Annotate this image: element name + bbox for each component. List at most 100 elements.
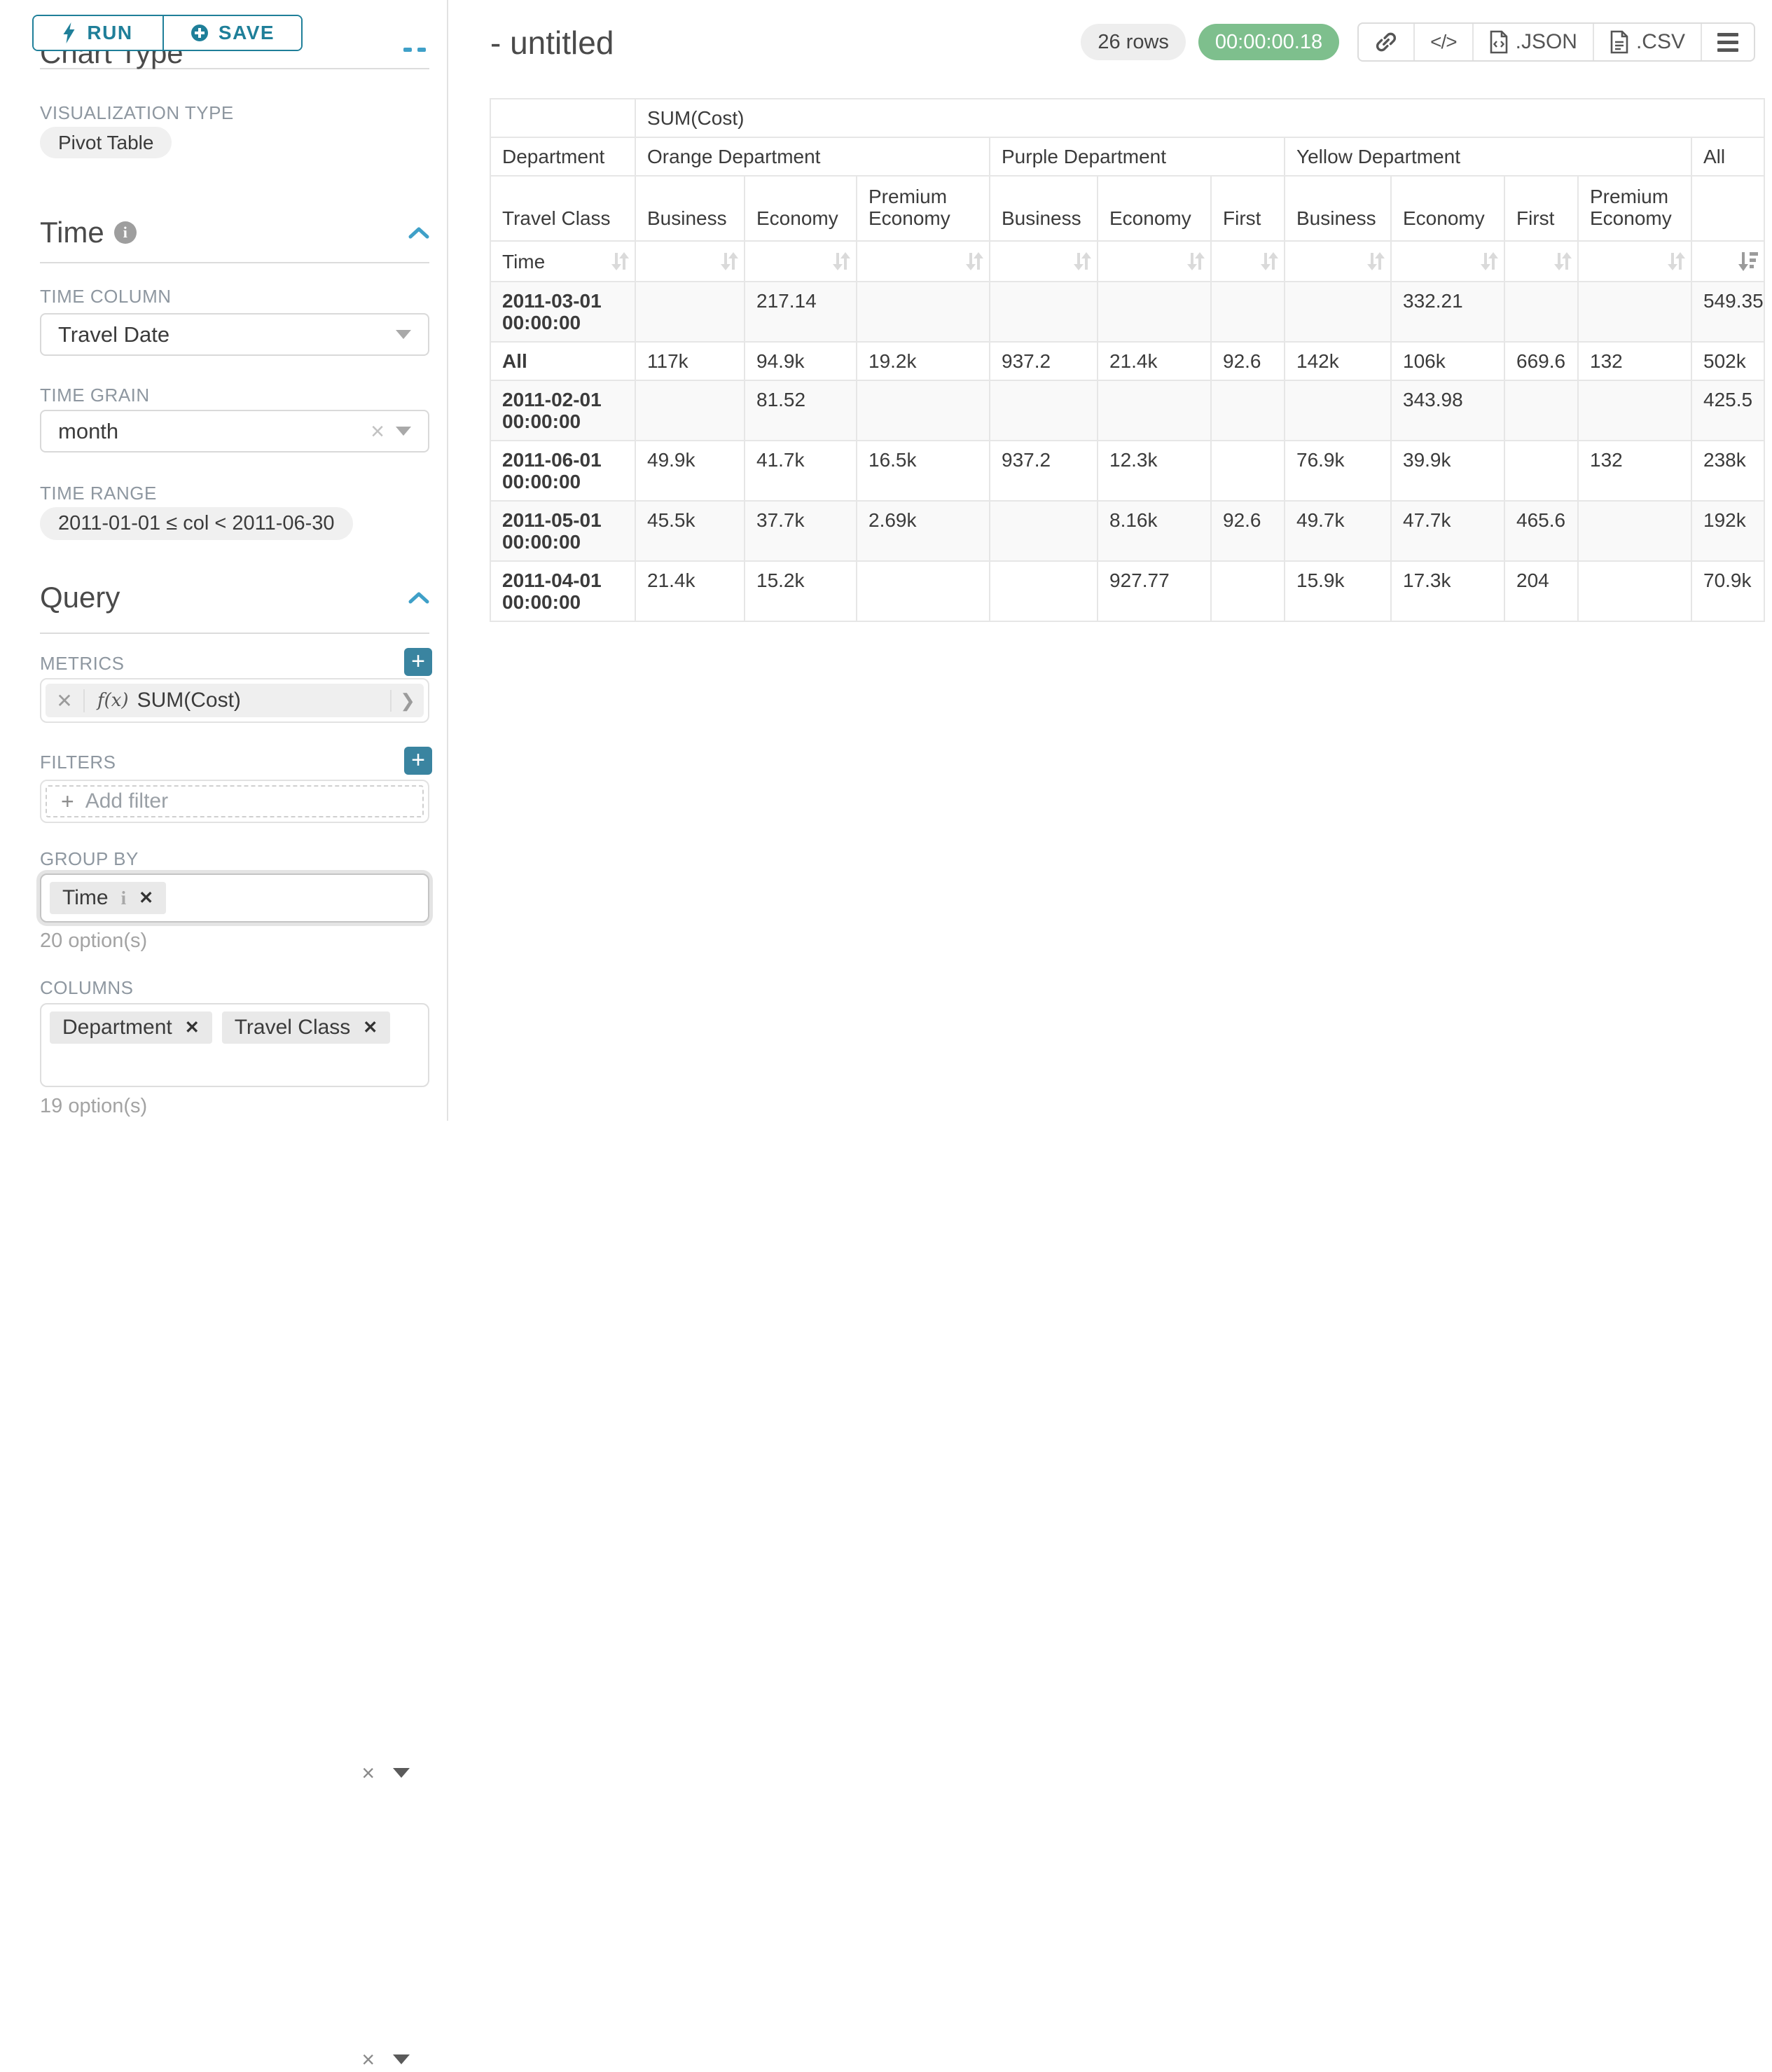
sort-icon <box>720 250 738 272</box>
add-metric-button[interactable]: + <box>404 648 432 676</box>
value-cell <box>1098 380 1211 441</box>
time-range-pill[interactable]: 2011-01-01 ≤ col < 2011-06-30 <box>40 507 353 540</box>
column-group-header: Yellow Department <box>1285 137 1691 176</box>
filters-field: + Add filter <box>40 780 429 823</box>
sort-column-cell[interactable] <box>1098 241 1211 282</box>
query-timer-badge: 00:00:00.18 <box>1198 24 1339 60</box>
clear-icon[interactable]: × <box>361 1762 375 1784</box>
remove-pill-icon[interactable]: ✕ <box>185 1017 200 1038</box>
row-header-cell: 2011-04-01 00:00:00 <box>490 561 635 621</box>
clear-icon[interactable]: × <box>361 2048 375 2071</box>
value-cell: 937.2 <box>990 441 1098 501</box>
row-header-cell: All <box>490 342 635 380</box>
row-count-badge: 26 rows <box>1081 24 1186 60</box>
value-cell: 425.5 <box>1691 380 1764 441</box>
value-cell: 94.9k <box>745 342 857 380</box>
value-cell <box>1578 282 1691 342</box>
remove-pill-icon[interactable]: ✕ <box>363 1017 378 1038</box>
visualization-type-pill[interactable]: Pivot Table <box>40 127 172 158</box>
add-filter-button[interactable]: + Add filter <box>46 785 424 817</box>
embed-code-button[interactable]: </> <box>1413 24 1472 60</box>
time-column-select[interactable]: Travel Date × <box>40 313 429 356</box>
collapse-chevron-up-icon[interactable] <box>408 226 429 239</box>
travel-class-header <box>1691 176 1764 241</box>
travel-class-header: First <box>1504 176 1578 241</box>
expand-metric-icon[interactable]: ❯ <box>390 690 424 712</box>
clear-icon[interactable]: × <box>371 420 385 443</box>
selected-value-pill[interactable]: Timei✕ <box>50 882 166 914</box>
sort-column-active-cell[interactable] <box>1691 241 1764 282</box>
value-cell: 15.9k <box>1285 561 1391 621</box>
travel-class-header: Premium Economy <box>857 176 990 241</box>
selected-value-pill[interactable]: Department ✕ <box>50 1011 212 1044</box>
info-icon: i <box>114 221 137 244</box>
sort-column-cell[interactable] <box>1285 241 1391 282</box>
columns-options-hint: 19 option(s) <box>40 1095 147 1118</box>
value-cell <box>857 380 990 441</box>
metric-name: SUM(Cost) <box>137 689 241 712</box>
plus-icon: + <box>61 789 74 815</box>
value-cell: 465.6 <box>1504 501 1578 561</box>
sort-column-cell[interactable] <box>1391 241 1504 282</box>
value-cell: 117k <box>635 342 745 380</box>
chart-panel: - untitled 26 rows 00:00:00.18 </> <box>448 0 1772 1121</box>
add-filter-plus-button[interactable]: + <box>404 747 432 775</box>
visualization-type-label: VISUALIZATION TYPE <box>40 102 234 124</box>
json-file-icon <box>1489 30 1509 54</box>
value-cell: 106k <box>1391 342 1504 380</box>
metric-header-cell: SUM(Cost) <box>635 99 1764 137</box>
value-cell: 12.3k <box>1098 441 1211 501</box>
travel-class-header: Business <box>990 176 1098 241</box>
time-dim-sort-cell[interactable]: Time <box>490 241 635 282</box>
value-cell: 142k <box>1285 342 1391 380</box>
value-cell: 549.35 <box>1691 282 1764 342</box>
pill-label: Department <box>62 1016 172 1040</box>
save-button[interactable]: SAVE <box>162 16 301 50</box>
department-dim-label: Department <box>490 137 635 176</box>
value-cell: 21.4k <box>635 561 745 621</box>
value-cell: 21.4k <box>1098 342 1211 380</box>
sort-column-cell[interactable] <box>1211 241 1285 282</box>
value-cell: 19.2k <box>857 342 990 380</box>
row-header-cell: 2011-02-01 00:00:00 <box>490 380 635 441</box>
sort-desc-icon <box>1738 250 1758 272</box>
more-options-button[interactable] <box>1701 24 1754 60</box>
metric-pill[interactable]: ✕ f(x) SUM(Cost) ❯ <box>46 684 424 717</box>
collapse-chevron-up-icon[interactable] <box>408 591 429 604</box>
value-cell <box>1285 380 1391 441</box>
sort-column-cell[interactable] <box>857 241 990 282</box>
sort-column-cell[interactable] <box>1578 241 1691 282</box>
columns-select[interactable]: Department✕Travel Class✕ × <box>40 1003 429 1087</box>
value-cell: 238k <box>1691 441 1764 501</box>
travel-class-header: Economy <box>1098 176 1211 241</box>
remove-pill-icon[interactable]: ✕ <box>139 887 153 909</box>
value-cell <box>990 282 1098 342</box>
sort-column-cell[interactable] <box>745 241 857 282</box>
chart-title[interactable]: - untitled <box>490 24 614 62</box>
travel-class-header: Business <box>635 176 745 241</box>
value-cell: 47.7k <box>1391 501 1504 561</box>
row-header-cell: 2011-05-01 00:00:00 <box>490 501 635 561</box>
caret-down-icon[interactable] <box>393 1768 410 1778</box>
value-cell <box>990 501 1098 561</box>
export-csv-button[interactable]: .CSV <box>1593 24 1701 60</box>
value-cell <box>1578 501 1691 561</box>
remove-metric-icon[interactable]: ✕ <box>46 689 85 712</box>
sort-column-cell[interactable] <box>635 241 745 282</box>
export-json-button[interactable]: .JSON <box>1472 24 1593 60</box>
run-button[interactable]: RUN <box>34 16 162 50</box>
copy-link-button[interactable] <box>1359 24 1413 60</box>
value-cell <box>857 561 990 621</box>
value-cell: 39.9k <box>1391 441 1504 501</box>
sort-column-cell[interactable] <box>990 241 1098 282</box>
row-header-cell: 2011-06-01 00:00:00 <box>490 441 635 501</box>
selected-value-pill[interactable]: Travel Class✕ <box>222 1011 391 1044</box>
caret-down-icon[interactable] <box>393 2054 410 2064</box>
value-cell: 41.7k <box>745 441 857 501</box>
group-by-select[interactable]: Timei✕ × <box>40 873 429 923</box>
travel-class-header: Economy <box>745 176 857 241</box>
value-cell: 16.5k <box>857 441 990 501</box>
time-grain-select[interactable]: month × <box>40 410 429 453</box>
sort-column-cell[interactable] <box>1504 241 1578 282</box>
divider <box>40 633 429 634</box>
